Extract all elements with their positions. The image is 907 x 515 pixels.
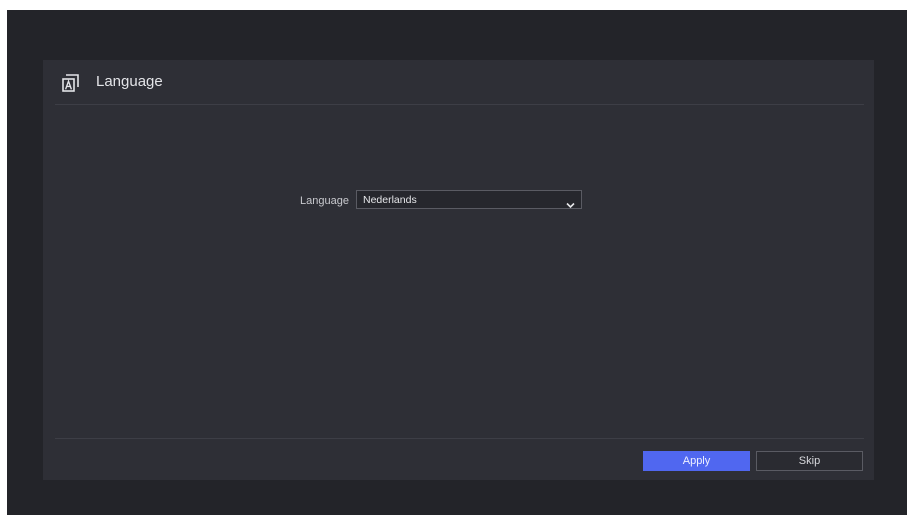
header-divider (55, 104, 864, 105)
chevron-down-icon (566, 196, 575, 209)
language-icon (61, 72, 81, 94)
language-dialog: Language Language Nederlands Apply Skip (43, 60, 874, 480)
dialog-header: Language (43, 60, 874, 104)
language-field-label: Language (300, 195, 349, 207)
dialog-title: Language (96, 73, 163, 90)
apply-button[interactable]: Apply (643, 451, 750, 471)
wizard-screen: Language Language Nederlands Apply Skip (7, 10, 907, 515)
language-select-value: Nederlands (363, 194, 417, 206)
language-select[interactable]: Nederlands (356, 190, 582, 209)
footer-divider (55, 438, 864, 439)
skip-button[interactable]: Skip (756, 451, 863, 471)
